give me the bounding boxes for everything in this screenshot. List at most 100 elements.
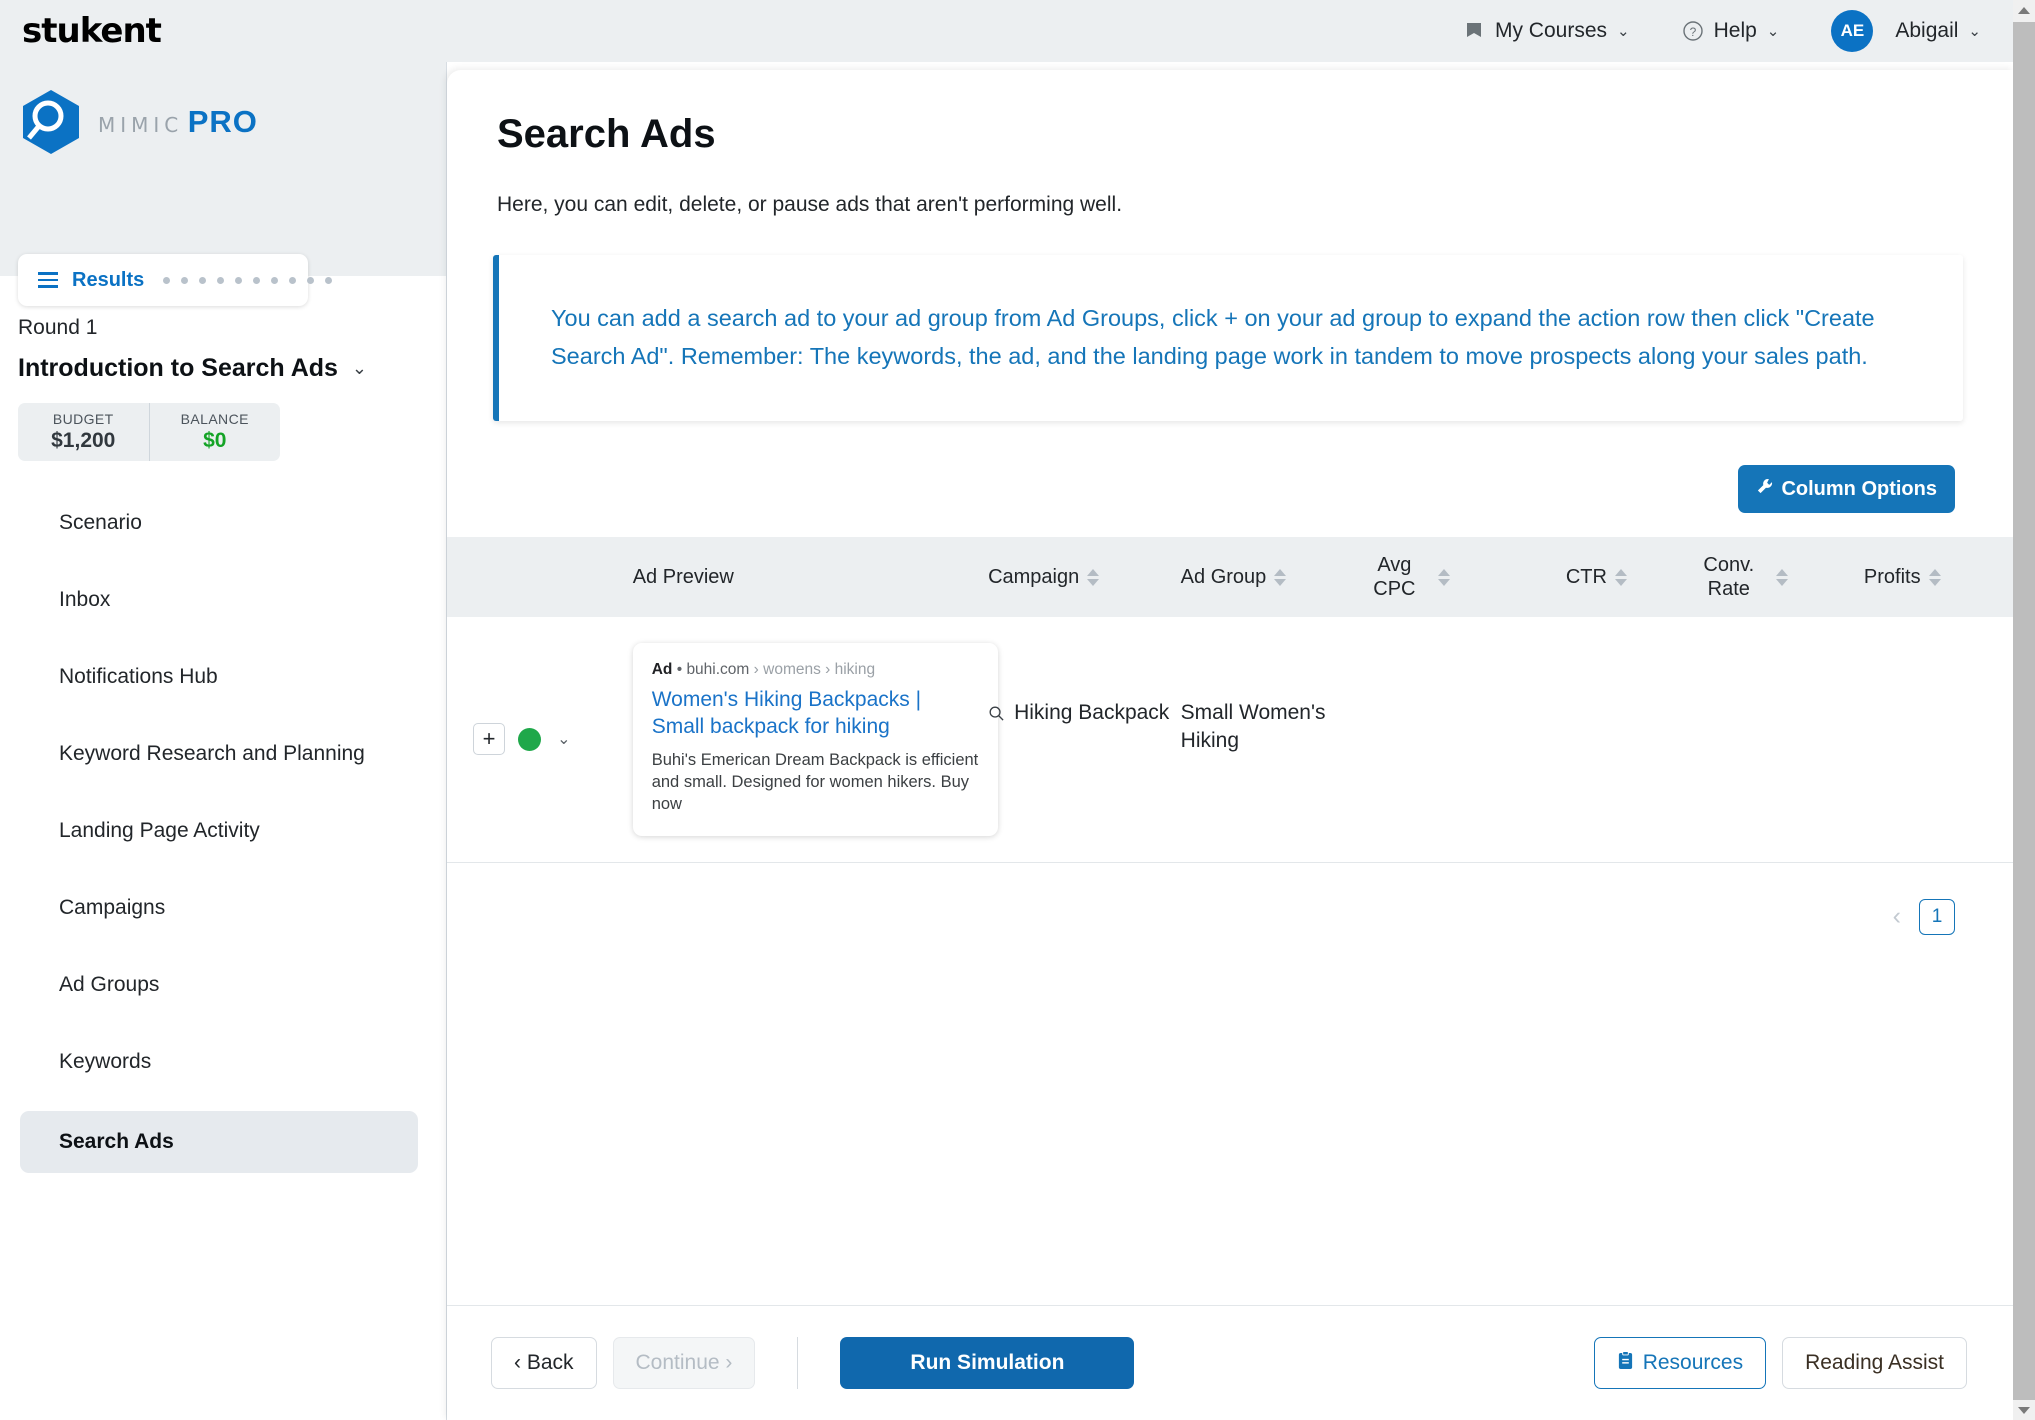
chevron-down-icon[interactable]: ⌄ xyxy=(557,729,570,749)
ad-description: Buhi's Emerican Dream Backpack is effici… xyxy=(651,751,979,813)
th-expand xyxy=(447,537,518,617)
sidebar-item-label: Ad Groups xyxy=(59,972,160,996)
main-content-panel: Search Ads Here, you can edit, delete, o… xyxy=(447,70,2013,1420)
sidebar-item-campaigns[interactable]: Campaigns xyxy=(20,880,418,935)
th-ad-preview: Ad Preview xyxy=(633,537,988,617)
results-label: Results xyxy=(72,268,145,291)
pagination-prev-button[interactable]: ‹ xyxy=(1893,904,1901,929)
hamburger-menu-icon[interactable] xyxy=(38,272,58,288)
my-courses-label: My Courses xyxy=(1494,19,1608,42)
sidebar-navigation: Scenario Inbox Notifications Hub Keyword Re… xyxy=(0,495,446,1173)
progress-dot xyxy=(271,276,279,284)
mimic-pro-wordmark: MIMIC PRO xyxy=(98,104,258,140)
pagination: ‹ 1 xyxy=(447,863,2013,935)
sidebar-item-notifications-hub[interactable]: Notifications Hub xyxy=(20,649,418,704)
info-banner-text: You can add a search ad to your ad group… xyxy=(551,305,1875,370)
info-banner: You can add a search ad to your ad group… xyxy=(493,255,1963,422)
sidebar-item-ad-groups[interactable]: Ad Groups xyxy=(20,957,418,1012)
resources-button[interactable]: Resources xyxy=(1593,1337,1767,1389)
column-options-button[interactable]: Column Options xyxy=(1738,465,1955,514)
ad-path: › womens › hiking xyxy=(753,661,876,679)
status-badge xyxy=(518,727,542,751)
cell-profits xyxy=(1863,617,2013,863)
user-menu[interactable]: AE Abigail ⌄ xyxy=(1805,10,1981,52)
sidebar-item-landing-page-activity[interactable]: Landing Page Activity xyxy=(20,803,418,858)
results-progress-pill[interactable]: Results xyxy=(18,254,333,306)
th-status xyxy=(518,537,633,617)
sidebar-item-keyword-research-and-planning[interactable]: Keyword Research and Planning xyxy=(20,726,418,781)
th-ad-preview-label: Ad Preview xyxy=(632,565,734,588)
chevron-down-icon: ⌄ xyxy=(1766,23,1780,40)
search-icon xyxy=(988,702,1005,730)
mimic-pro-logo[interactable]: MIMIC PRO xyxy=(0,62,446,156)
sidebar-item-search-ads[interactable]: Search Ads xyxy=(20,1111,418,1173)
scroll-down-arrow-icon[interactable] xyxy=(2013,1400,2035,1420)
sort-icon[interactable] xyxy=(1776,568,1789,586)
sidebar-item-label: Campaigns xyxy=(59,895,166,919)
campaign-name: Hiking Backpack xyxy=(1014,701,1170,725)
sidebar-item-label: Notifications Hub xyxy=(59,664,218,688)
sort-icon[interactable] xyxy=(1274,568,1287,586)
expand-row-button[interactable]: + xyxy=(473,723,505,756)
balance-label: BALANCE xyxy=(180,411,249,427)
resources-label: Resources xyxy=(1642,1351,1744,1374)
sidebar-header: MIMIC PRO Results xyxy=(0,62,446,306)
scroll-up-arrow-icon[interactable] xyxy=(2013,0,2035,20)
sort-icon[interactable] xyxy=(1614,568,1627,586)
th-conv-rate[interactable]: Conv. Rate xyxy=(1703,537,1863,617)
ad-badge: Ad xyxy=(651,661,673,679)
th-ad-group-label: Ad Group xyxy=(1180,565,1267,588)
left-sidebar: MIMIC PRO Results Round 1 Introduction t… xyxy=(0,62,447,1420)
round-title-dropdown[interactable]: Introduction to Search Ads ⌄ xyxy=(18,354,446,383)
ad-group-name: Small Women's Hiking xyxy=(1180,701,1326,752)
th-campaign-label: Campaign xyxy=(988,565,1080,588)
th-campaign[interactable]: Campaign xyxy=(988,537,1181,617)
column-options-row: Column Options xyxy=(447,421,2013,514)
avatar: AE xyxy=(1831,10,1874,52)
th-profits[interactable]: Profits xyxy=(1864,537,2013,617)
th-avg-cpc[interactable]: Avg CPC xyxy=(1373,537,1566,617)
sort-icon[interactable] xyxy=(1928,568,1941,586)
column-options-label: Column Options xyxy=(1781,477,1937,500)
page-title: Search Ads xyxy=(497,112,716,156)
ad-preview-card[interactable]: Ad • buhi.com › womens › hiking Women's … xyxy=(632,643,998,836)
clipboard-icon xyxy=(1617,1350,1634,1376)
run-simulation-button[interactable]: Run Simulation xyxy=(840,1337,1135,1389)
progress-dot xyxy=(163,276,171,284)
app-root: stukent My Courses ⌄ ? Help ⌄ AE Abigail… xyxy=(0,0,2035,1420)
cell-status: ⌄ xyxy=(518,617,633,863)
pro-label: PRO xyxy=(187,104,258,140)
bottom-action-bar: ‹ Back Continue › Run Simulation Resourc… xyxy=(447,1305,2013,1420)
help-circle-icon: ? xyxy=(1682,20,1704,42)
reading-assist-button[interactable]: Reading Assist xyxy=(1782,1337,1967,1389)
sort-icon[interactable] xyxy=(1087,568,1100,586)
th-ad-group[interactable]: Ad Group xyxy=(1181,537,1374,617)
progress-dots xyxy=(163,276,333,284)
th-ctr[interactable]: CTR xyxy=(1566,537,1704,617)
stukent-logo: stukent xyxy=(22,11,162,51)
progress-dot xyxy=(181,276,189,284)
sidebar-item-keywords[interactable]: Keywords xyxy=(20,1034,418,1089)
sidebar-item-scenario[interactable]: Scenario xyxy=(20,495,418,550)
vertical-scrollbar[interactable] xyxy=(2013,0,2035,1420)
ad-preview-meta: Ad • buhi.com › womens › hiking xyxy=(652,660,979,680)
cell-conv-rate xyxy=(1703,617,1864,863)
my-courses-menu[interactable]: My Courses ⌄ xyxy=(1437,19,1656,43)
ad-headline[interactable]: Women's Hiking Backpacks | Small backpac… xyxy=(652,687,979,741)
sidebar-item-label: Keyword Research and Planning xyxy=(59,741,365,765)
sidebar-item-inbox[interactable]: Inbox xyxy=(20,572,418,627)
help-menu[interactable]: ? Help ⌄ xyxy=(1656,19,1806,43)
progress-dot xyxy=(289,276,297,284)
table-row: + ⌄ Ad • buhi.com › womens › hiking Wome… xyxy=(447,617,2013,863)
scrollbar-thumb[interactable] xyxy=(2013,22,2035,1400)
back-button[interactable]: ‹ Back xyxy=(491,1337,597,1389)
th-avg-cpc-label: Avg CPC xyxy=(1373,554,1416,601)
sort-icon[interactable] xyxy=(1437,568,1450,586)
top-navigation-bar: stukent My Courses ⌄ ? Help ⌄ AE Abigail… xyxy=(0,0,2013,62)
th-ctr-label: CTR xyxy=(1565,565,1607,588)
book-icon xyxy=(1463,20,1485,42)
pagination-page-1[interactable]: 1 xyxy=(1919,898,1955,935)
user-name-label: Abigail xyxy=(1895,19,1959,42)
topbar-right-group: My Courses ⌄ ? Help ⌄ AE Abigail ⌄ xyxy=(1437,10,2013,52)
th-conv-rate-label: Conv. Rate xyxy=(1703,554,1755,601)
